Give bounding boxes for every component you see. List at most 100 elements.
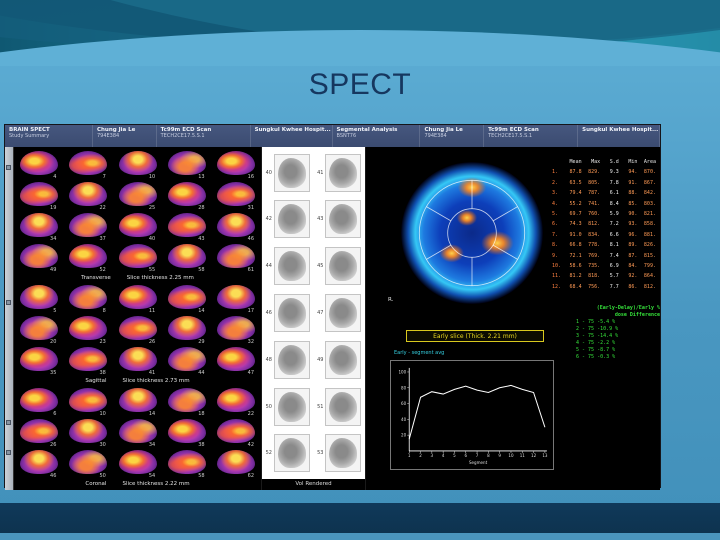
brain-slice[interactable] <box>167 244 206 268</box>
brain-slice[interactable] <box>69 347 108 371</box>
slice-row: 20 23 26 29 32 <box>14 314 261 345</box>
brain-slice[interactable] <box>118 450 157 474</box>
grayscale-slice[interactable] <box>273 293 310 332</box>
brain-slice[interactable] <box>118 419 157 443</box>
brain-slice[interactable] <box>217 244 256 268</box>
brain-slice[interactable] <box>19 285 58 309</box>
dock-widget-button[interactable] <box>6 420 11 425</box>
header-line2: BSNT76 <box>336 133 357 139</box>
brain-slice[interactable] <box>69 285 108 309</box>
dock-widget-button[interactable] <box>6 165 11 170</box>
table-cell: 79.4 <box>569 190 582 197</box>
grayscale-slice[interactable] <box>325 387 362 426</box>
brain-slice[interactable] <box>167 347 206 371</box>
brain-slice[interactable] <box>217 316 256 340</box>
brain-slice[interactable] <box>19 151 58 175</box>
grayscale-slice[interactable] <box>273 153 310 192</box>
brain-slice[interactable] <box>167 419 206 443</box>
brain-slice[interactable] <box>118 388 157 412</box>
brain-slice[interactable] <box>118 182 157 206</box>
brain-slice[interactable] <box>217 347 256 371</box>
brain-slice[interactable] <box>167 316 206 340</box>
slice-number: 41 <box>148 370 156 376</box>
brain-slice[interactable] <box>167 285 206 309</box>
table-cell: 834. <box>588 231 601 238</box>
table-cell: 7. <box>552 231 559 238</box>
grayscale-cell: 45 <box>314 244 366 289</box>
slice-cell: 6 <box>14 386 63 417</box>
slice-cell: 22 <box>63 180 112 211</box>
brain-slice[interactable] <box>69 213 108 237</box>
brain-slice[interactable] <box>217 285 256 309</box>
table-cell: 74.3 <box>569 221 582 228</box>
section-label: Transverse Slice thickness 2.25 mm <box>14 273 261 283</box>
brain-slice[interactable] <box>217 182 256 206</box>
grayscale-slice[interactable] <box>325 153 362 192</box>
brain-slice[interactable] <box>167 450 206 474</box>
grayscale-slice[interactable] <box>325 293 362 332</box>
brain-slice[interactable] <box>19 450 58 474</box>
grayscale-slice[interactable] <box>273 387 310 426</box>
brain-slice[interactable] <box>167 151 206 175</box>
brain-slice[interactable] <box>217 419 256 443</box>
brain-slice[interactable] <box>69 450 108 474</box>
table-cell: 88. <box>628 190 638 197</box>
brain-slice[interactable] <box>118 285 157 309</box>
svg-text:10: 10 <box>508 453 514 458</box>
brain-slice[interactable] <box>217 213 256 237</box>
grayscale-slice[interactable] <box>325 340 362 379</box>
slice-number: 40 <box>265 169 272 176</box>
grayscale-slice[interactable] <box>325 200 362 239</box>
brain-slice[interactable] <box>19 419 58 443</box>
brain-slice[interactable] <box>69 151 108 175</box>
brain-slice[interactable] <box>69 419 108 443</box>
slice-cell: 42 <box>212 417 261 448</box>
slice-cell: 38 <box>162 417 211 448</box>
brain-slice[interactable] <box>69 316 108 340</box>
brain-slice[interactable] <box>19 244 58 268</box>
grayscale-slice[interactable] <box>273 340 310 379</box>
brain-slice[interactable] <box>69 182 108 206</box>
brain-slice[interactable] <box>167 182 206 206</box>
brain-slice[interactable] <box>217 388 256 412</box>
slice-row: 46 50 54 58 62 <box>14 448 261 479</box>
slice-number: 49 <box>317 356 324 363</box>
brain-slice[interactable] <box>69 388 108 412</box>
brain-slice[interactable] <box>19 388 58 412</box>
svg-text:100: 100 <box>398 369 406 374</box>
brain-slice[interactable] <box>69 244 108 268</box>
brain-slice[interactable] <box>217 151 256 175</box>
brain-slice[interactable] <box>217 450 256 474</box>
grayscale-slice[interactable] <box>325 247 362 286</box>
grayscale-slice[interactable] <box>273 247 310 286</box>
table-cell: 96. <box>628 231 638 238</box>
polar-map[interactable] <box>396 157 548 309</box>
grayscale-slice[interactable] <box>325 434 362 473</box>
brain-slice[interactable] <box>118 347 157 371</box>
svg-text:2: 2 <box>419 453 422 458</box>
brain-slice[interactable] <box>19 316 58 340</box>
dose-row: 6 - 75 -0.3 % <box>576 354 616 360</box>
chart-legend: Early - segment avg <box>394 350 445 356</box>
table-cell: 870. <box>643 169 656 176</box>
slice-cell: 7 <box>63 149 112 180</box>
brain-slice[interactable] <box>118 151 157 175</box>
brain-slice[interactable] <box>118 213 157 237</box>
brain-slice[interactable] <box>19 213 58 237</box>
brain-slice[interactable] <box>118 316 157 340</box>
brain-slice[interactable] <box>118 244 157 268</box>
table-cell: 9. <box>552 252 559 259</box>
brain-slice[interactable] <box>167 213 206 237</box>
brain-slice[interactable] <box>19 182 58 206</box>
brain-slice[interactable] <box>19 347 58 371</box>
section-label: Coronal Slice thickness 2.22 mm <box>14 479 261 489</box>
grayscale-slice[interactable] <box>273 434 310 473</box>
brain-slice[interactable] <box>167 388 206 412</box>
grayscale-cell: 40 <box>262 150 314 195</box>
table-cell: 91.0 <box>569 231 582 238</box>
grayscale-slice[interactable] <box>273 200 310 239</box>
dock-widget-button[interactable] <box>6 450 11 455</box>
slice-row: 19 22 25 28 31 <box>14 180 261 211</box>
table-cell: 864. <box>643 273 656 280</box>
dock-widget-button[interactable] <box>6 300 11 305</box>
